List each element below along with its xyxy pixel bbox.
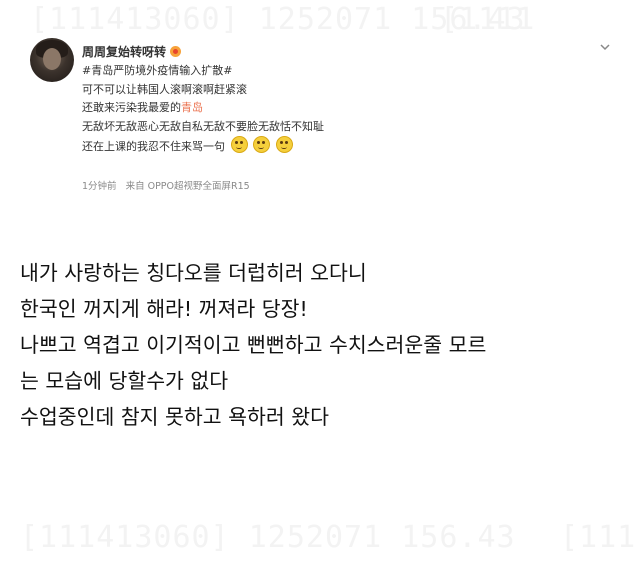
post-source: 来自 OPPO超视野全面屏R15 [125, 181, 250, 192]
caption-line: 는 모습에 당할수가 없다 [20, 369, 229, 393]
username[interactable]: 周周复始转呀转 [82, 43, 182, 60]
post-text-line: 无敌坏无敌恶心无敌自私无敌不要脸无敌恬不知耻 [82, 119, 324, 133]
watermark: [111413060] 1252071 156.43 [30, 2, 526, 37]
translation-caption: 내가 사랑하는 칭다오를 더럽히러 오다니 한국인 꺼지게 해라! 꺼져라 당장… [20, 255, 486, 435]
caption-line: 나쁘고 역겹고 이기적이고 뻔뻔하고 수치스러운줄 모르 [20, 333, 487, 357]
post-text-line: 可不可以让韩国人滚啊滚啊赶紧滚 [82, 82, 247, 96]
post-meta: 1分钟前 来自 OPPO超视野全面屏R15 [82, 178, 250, 192]
caption-line: 내가 사랑하는 칭다오를 더럽히러 오다니 [20, 261, 367, 285]
avatar[interactable] [30, 38, 74, 82]
emoji-icon [230, 136, 248, 153]
member-badge-icon [170, 46, 182, 57]
weibo-post: 周周复始转呀转 #青岛严防境外疫情输入扩散# 可不可以让韩国人滚啊滚啊赶紧滚 还… [30, 38, 620, 198]
hashtag-link[interactable]: #青岛严防境外疫情输入扩散# [82, 62, 324, 81]
post-time[interactable]: 1分钟前 [82, 181, 117, 192]
post-text-line: 还在上课的我忍不住来骂一句 [82, 136, 324, 157]
watermark: [111413060] 1252071 156.43 [20, 520, 516, 555]
caption-line: 한국인 꺼지게 해라! 꺼져라 당장! [20, 297, 308, 321]
watermark: [1111 [440, 2, 536, 37]
highlight-word: 青岛 [181, 101, 203, 114]
emoji-icon [275, 136, 293, 153]
post-text-line: 还敢来污染我最爱的青岛 [82, 101, 203, 114]
caption-line: 수업중인데 참지 못하고 욕하러 왔다 [20, 405, 329, 429]
watermark: [111 [560, 520, 637, 555]
chevron-down-icon[interactable] [598, 40, 612, 54]
emoji-icon [253, 136, 270, 153]
